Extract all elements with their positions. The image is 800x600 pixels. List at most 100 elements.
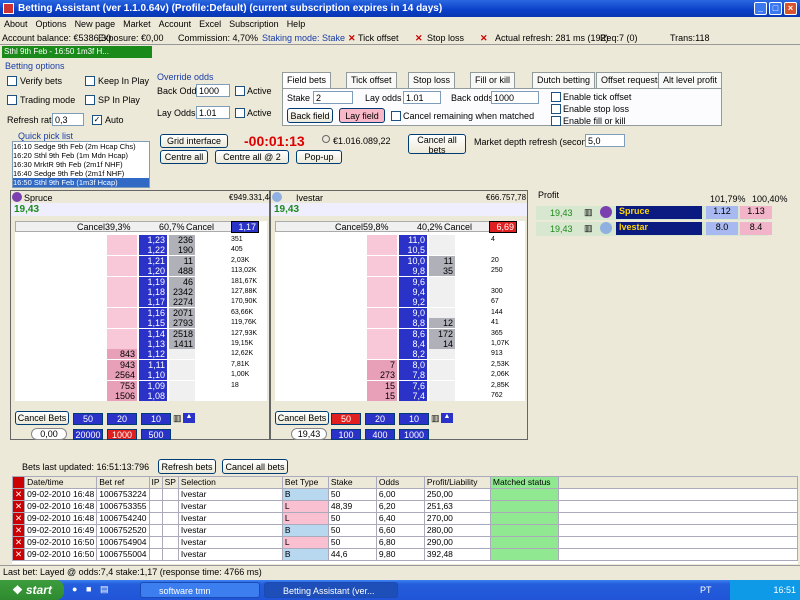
- lay-volume-cell[interactable]: 12: [429, 318, 455, 329]
- table-row[interactable]: ✕ 09-02-2010 16:49 1006752520 Ivestar B 50 6,6…: [12, 523, 798, 537]
- lay-volume-cell[interactable]: [169, 370, 195, 381]
- odds-cell[interactable]: 8,0: [399, 359, 427, 370]
- tab-fill-or-kill[interactable]: Fill or kill: [470, 72, 515, 88]
- list-item[interactable]: 16:10 Sedge 9th Feb (2m Hcap Chs): [13, 142, 149, 151]
- tab-dutch-betting[interactable]: Dutch betting: [532, 72, 596, 88]
- odds-cell[interactable]: 9,4: [399, 287, 427, 297]
- cancel-bet-x-icon[interactable]: ✕: [12, 487, 26, 501]
- stake-20-button[interactable]: 20: [365, 413, 395, 425]
- table-row[interactable]: ✕ 09-02-2010 16:50 1006755004 Ivestar B 44,6 9…: [12, 547, 798, 561]
- stake-400-button[interactable]: 400: [365, 429, 395, 440]
- lay-volume-cell[interactable]: [169, 349, 195, 360]
- odds-cell[interactable]: 9,2: [399, 297, 427, 308]
- odds-cell[interactable]: 1,15: [139, 318, 167, 329]
- column-header[interactable]: Odds: [375, 476, 425, 489]
- lay-volume-cell[interactable]: [429, 349, 455, 360]
- folder-icon[interactable]: ▤: [100, 584, 109, 595]
- stake-10-button[interactable]: 10: [141, 413, 171, 425]
- lay-volume-cell[interactable]: [429, 380, 455, 391]
- cancel-bet-x-icon[interactable]: ✕: [12, 523, 26, 537]
- odds-cell[interactable]: 1,21: [139, 255, 167, 266]
- stake-input[interactable]: [313, 91, 353, 104]
- cancel-bet-x-icon[interactable]: ✕: [12, 547, 26, 561]
- override-back-odds-input[interactable]: [196, 84, 230, 97]
- scroll-up-icon[interactable]: ▲: [441, 413, 453, 423]
- odds-cell[interactable]: 1,23: [139, 235, 167, 245]
- lay-volume-cell[interactable]: 190: [169, 245, 195, 256]
- back-volume-cell[interactable]: 943: [107, 359, 137, 370]
- odds-cell[interactable]: 7,8: [399, 370, 427, 381]
- back-volume-cell[interactable]: [107, 318, 137, 329]
- odds-cell[interactable]: 1,11: [139, 359, 167, 370]
- stake-100-button[interactable]: 100: [331, 429, 361, 440]
- tab-alt-level-profit[interactable]: Alt level profit: [658, 72, 723, 88]
- override-lay-odds-input[interactable]: [196, 106, 230, 119]
- column-header[interactable]: Selection: [177, 476, 283, 489]
- menu-market[interactable]: Market: [119, 19, 155, 29]
- back-volume-cell[interactable]: 843: [107, 349, 137, 360]
- back-volume-cell[interactable]: 7: [367, 359, 397, 370]
- odds-cell[interactable]: 7,4: [399, 391, 427, 401]
- chart-icon[interactable]: ▥: [173, 413, 182, 424]
- market-tab[interactable]: Sthl 9th Feb - 16:50 1m3f H...: [2, 46, 152, 58]
- taskbar-item-betting-assistant[interactable]: Betting Assistant (ver...: [264, 582, 398, 598]
- back-volume-cell[interactable]: [367, 266, 397, 277]
- odds-cell[interactable]: 8,4: [399, 339, 427, 349]
- odds-cell[interactable]: 1,17: [139, 297, 167, 308]
- stake-1000-button[interactable]: 1000: [107, 429, 137, 440]
- lay-volume-cell[interactable]: 46: [169, 276, 195, 287]
- odds-cell[interactable]: 10,0: [399, 255, 427, 266]
- back-volume-cell[interactable]: [107, 339, 137, 349]
- menu-excel[interactable]: Excel: [195, 19, 225, 29]
- odds-cell[interactable]: 8,2: [399, 349, 427, 360]
- odds-cell[interactable]: 10,5: [399, 245, 427, 256]
- refresh-bets-button[interactable]: Refresh bets: [158, 459, 216, 474]
- back-volume-cell[interactable]: [367, 297, 397, 308]
- desktop-icon[interactable]: ■: [86, 584, 91, 594]
- lay-volume-cell[interactable]: 2071: [169, 307, 195, 318]
- back-active-checkbox[interactable]: [235, 86, 245, 96]
- back-volume-cell[interactable]: [367, 235, 397, 245]
- start-button[interactable]: ❖ start: [0, 580, 64, 600]
- back-volume-cell[interactable]: [367, 349, 397, 360]
- enable-tick-offset-checkbox[interactable]: [551, 92, 561, 102]
- back-volume-cell[interactable]: [107, 297, 137, 308]
- best-lay[interactable]: 1.13: [740, 206, 772, 219]
- cancel-bets-button[interactable]: Cancel Bets: [15, 411, 69, 425]
- auto-checkbox[interactable]: ✓: [92, 115, 102, 125]
- menu-subscription[interactable]: Subscription: [225, 19, 283, 29]
- menu-account[interactable]: Account: [155, 19, 196, 29]
- lay-volume-cell[interactable]: [429, 359, 455, 370]
- back-volume-cell[interactable]: 753: [107, 380, 137, 391]
- lay-volume-cell[interactable]: 1411: [169, 339, 195, 349]
- cancel-bet-x-icon[interactable]: ✕: [12, 511, 26, 525]
- table-row[interactable]: ✕ 09-02-2010 16:48 1006753355 Ivestar L 48,39…: [12, 499, 798, 513]
- back-volume-cell[interactable]: [107, 255, 137, 266]
- lay-volume-cell[interactable]: [429, 287, 455, 297]
- stake-20000-button[interactable]: 20000: [73, 429, 103, 440]
- maximize-button[interactable]: □: [769, 2, 782, 15]
- menu-help[interactable]: Help: [283, 19, 310, 29]
- lay-volume-cell[interactable]: [169, 391, 195, 401]
- lay-volume-cell[interactable]: 236: [169, 235, 195, 245]
- column-header[interactable]: Matched status: [489, 476, 559, 489]
- lay-volume-cell[interactable]: 2793: [169, 318, 195, 329]
- odds-cell[interactable]: 9,6: [399, 276, 427, 287]
- grid-interface-button[interactable]: Grid interface: [160, 134, 228, 148]
- odds-cell[interactable]: 8,6: [399, 328, 427, 339]
- table-row[interactable]: ✕ 09-02-2010 16:50 1006754904 Ivestar L 50 6,8…: [12, 535, 798, 549]
- odds-cell[interactable]: 1,12: [139, 349, 167, 360]
- cancel-bets-button[interactable]: Cancel Bets: [275, 411, 329, 425]
- tab-tick-offset[interactable]: Tick offset: [346, 72, 397, 88]
- back-volume-cell[interactable]: [367, 339, 397, 349]
- stake-20-button[interactable]: 20: [107, 413, 137, 425]
- back-odds-field-input[interactable]: [491, 91, 539, 104]
- keep-in-play-checkbox[interactable]: [85, 76, 95, 86]
- menu-options[interactable]: Options: [32, 19, 71, 29]
- odds-cell[interactable]: 1,13: [139, 339, 167, 349]
- tab-field-bets[interactable]: Field bets: [282, 72, 332, 89]
- back-volume-cell[interactable]: [107, 276, 137, 287]
- lay-volume-cell[interactable]: 2342: [169, 287, 195, 297]
- menu-new-page[interactable]: New page: [71, 19, 120, 29]
- language-indicator[interactable]: PT: [700, 580, 712, 600]
